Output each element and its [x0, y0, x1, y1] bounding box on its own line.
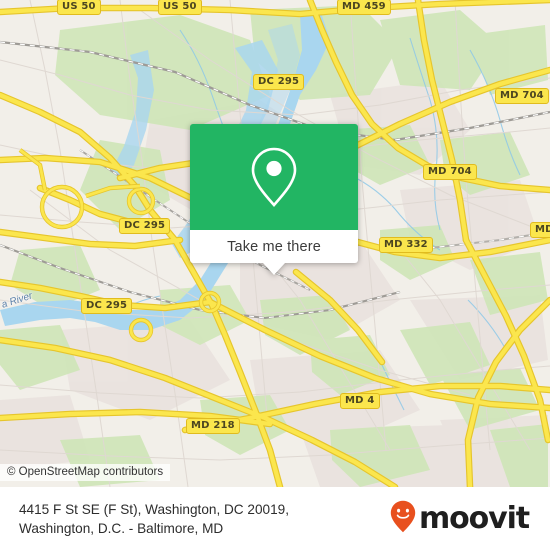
popup-pointer-tail — [263, 263, 285, 275]
smiling-pin-icon — [390, 500, 416, 538]
footer-bar: 4415 F St SE (F St), Washington, DC 2001… — [0, 487, 550, 550]
address-line-1: 4415 F St SE (F St), Washington, DC 2001… — [19, 501, 289, 517]
road-shield-md4: MD 4 — [340, 393, 380, 409]
osm-attribution[interactable]: © OpenStreetMap contributors — [0, 464, 171, 481]
road-shield-md332: MD 332 — [379, 237, 433, 253]
location-pin-icon — [248, 146, 300, 208]
road-shield-us50-a: US 50 — [57, 0, 101, 15]
map-canvas[interactable]: a River US 50 US 50 MD 459 DC 295 MD 704… — [0, 0, 550, 487]
road-shield-md-edge: MD — [530, 222, 550, 238]
road-shield-dc295-c: DC 295 — [81, 298, 133, 314]
road-shield-md704-a: MD 704 — [495, 88, 549, 104]
road-shield-md459: MD 459 — [337, 0, 391, 15]
road-shield-dc295-a: DC 295 — [253, 74, 305, 90]
road-shield-md704-b: MD 704 — [423, 164, 477, 180]
road-shield-md218: MD 218 — [186, 418, 240, 434]
road-shield-us50-b: US 50 — [158, 0, 202, 15]
moovit-brand[interactable]: moovit — [390, 500, 530, 538]
road-shield-dc295-b: DC 295 — [119, 218, 171, 234]
take-me-there-label: Take me there — [227, 238, 321, 255]
address-block: 4415 F St SE (F St), Washington, DC 2001… — [19, 500, 289, 538]
popup-pin-panel — [190, 124, 358, 230]
address-line-2: Washington, D.C. - Baltimore, MD — [19, 520, 224, 536]
location-popup-card[interactable]: Take me there — [190, 124, 358, 275]
take-me-there-button[interactable]: Take me there — [190, 230, 358, 263]
moovit-wordmark: moovit — [418, 500, 530, 536]
screenshot-root: a River US 50 US 50 MD 459 DC 295 MD 704… — [0, 0, 550, 550]
